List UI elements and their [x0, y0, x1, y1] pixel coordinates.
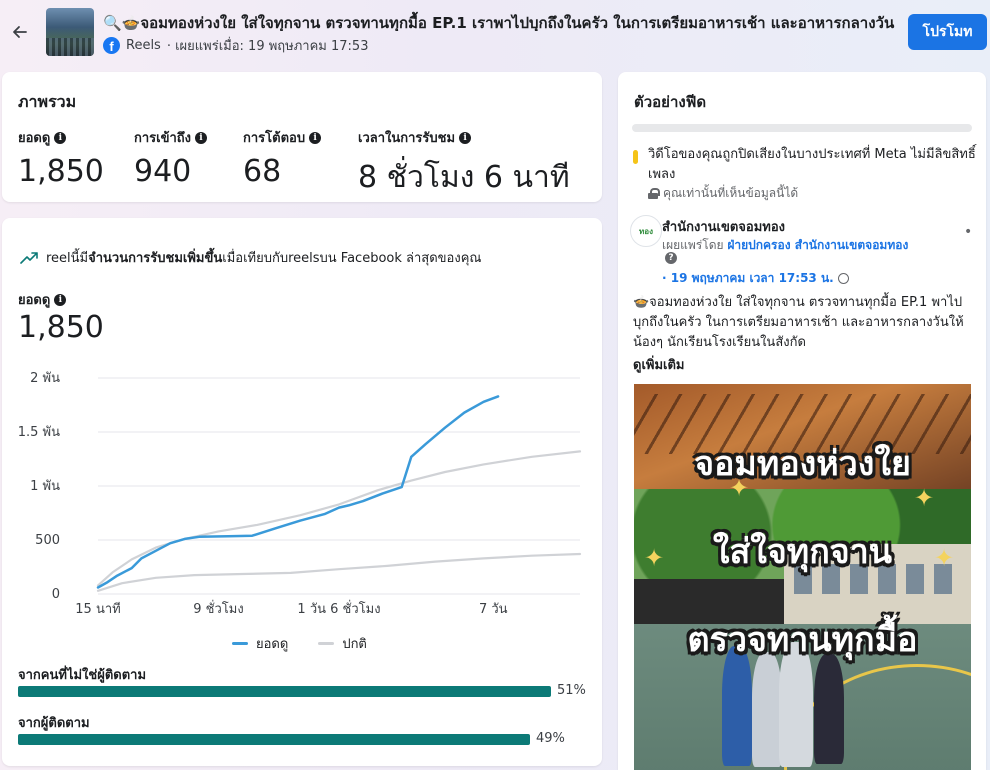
lock-icon	[648, 188, 660, 199]
metric-label: การโต้ตอบ	[243, 131, 306, 146]
reel-source: Reels	[126, 37, 161, 53]
feed-preview-title: ตัวอย่างฟีด	[634, 93, 707, 111]
legend-item-views[interactable]: ยอดดู	[232, 633, 288, 654]
x-tick-label: 7 วัน	[479, 602, 508, 616]
video-caption-1: จอมทองห่วงใย	[694, 444, 911, 484]
y-tick-label: 2 พัน	[30, 371, 60, 386]
promote-button[interactable]: โปรโมท	[908, 14, 987, 50]
trend-row: reelนี้มีจำนวนการรับชมเพิ่มขึ้นเมื่อเทีย…	[20, 247, 481, 268]
metric-label: เวลาในการรับชม	[358, 131, 456, 146]
audience-bar-followers	[18, 734, 530, 745]
post-date-row: · 19 พฤษภาคม เวลา 17:53 น.	[662, 269, 849, 288]
legend-swatch	[232, 642, 248, 645]
views-label-text: ยอดดู	[18, 293, 51, 308]
published-by: เผยแพร่โดย ฝ่ายปกครอง สำนักงานเขตจอมทอง	[662, 236, 908, 255]
audience-percent-followers: 49%	[536, 731, 565, 746]
privacy-note-text: คุณเท่านั้นที่เห็นข้อมูลนี้ได้	[663, 186, 799, 200]
info-icon[interactable]: i	[459, 131, 472, 144]
facebook-icon: f	[103, 36, 120, 54]
trend-suffix: เมื่อเทียบกับreelsบน Facebook ล่าสุดของค…	[222, 251, 482, 266]
back-arrow-icon[interactable]	[10, 22, 30, 42]
trend-prefix: reelนี้มี	[46, 251, 89, 266]
page-name[interactable]: สำนักงานเขตจอมทอง	[662, 216, 785, 237]
overview-card: ภาพรวม ยอดดู i 1,850 การเข้าถึง i 940 การโ…	[2, 72, 602, 202]
audience-bar-nonfollowers	[18, 686, 551, 697]
globe-icon	[837, 273, 849, 284]
performance-card: reelนี้มีจำนวนการรับชมเพิ่มขึ้นเมื่อเทีย…	[2, 218, 602, 766]
post-text: 🍲จอมทองห่วงใย ใส่ใจทุกจาน ตรวจทานทุกมื้อ…	[633, 295, 964, 350]
see-more-link[interactable]: ดูเพิ่มเติม	[633, 354, 684, 375]
metric-label: การเข้าถึง	[134, 131, 192, 146]
audience-label-nonfollowers: จากคนที่ไม่ใช่ผู้ติดตาม	[18, 668, 147, 683]
mute-notice: วิดีโอของคุณถูกปิดเสียงในบางประเทศที่ Me…	[648, 147, 976, 182]
y-tick-label: 1.5 พัน	[18, 425, 60, 440]
trend-bold: จำนวนการรับชมเพิ่มขึ้น	[88, 251, 223, 266]
metric-watch-time: เวลาในการรับชม i 8 ชั่วโมง 6 นาที	[358, 127, 570, 201]
legend-swatch	[318, 642, 335, 645]
info-icon[interactable]: i	[54, 293, 67, 306]
video-person	[752, 652, 782, 767]
series-line-2	[96, 552, 582, 592]
overview-title: ภาพรวม	[18, 92, 77, 111]
legend-item-normal[interactable]: ปกติ	[318, 633, 367, 654]
views-label: ยอดดู i	[18, 289, 67, 310]
video-caption-3: ตรวจทานทุกมื้อ	[687, 620, 918, 660]
metric-value: 1,850	[18, 154, 104, 189]
metric-value: 940	[134, 154, 192, 189]
series-line-1	[96, 450, 582, 587]
more-options-icon[interactable]: •	[964, 224, 972, 240]
audience-percent-nonfollowers: 51%	[557, 683, 586, 698]
x-tick-label: 9 ชั่วโมง	[193, 600, 243, 616]
video-preview[interactable]: ✦ ✦ ✦ ✦ จอมทองห่วงใย ใส่ใจทุกจาน ตรวจทาน…	[634, 384, 971, 770]
video-caption-2: ใส่ใจทุกจาน	[712, 532, 893, 572]
help-icon[interactable]: ?	[665, 252, 677, 264]
x-tick-label: 1 วัน 6 ชั่วโมง	[297, 600, 380, 616]
metric-value: 68	[243, 154, 282, 189]
reel-published-date: · เผยแพร่เมื่อ: 19 พฤษภาคม 17:53	[166, 38, 369, 54]
views-value: 1,850	[18, 310, 104, 345]
audience-label-followers: จากผู้ติดตาม	[18, 716, 90, 731]
post-date[interactable]: · 19 พฤษภาคม เวลา 17:53 น.	[662, 269, 834, 288]
metric-reach: การเข้าถึง i 940	[134, 127, 208, 189]
page-avatar[interactable]: ทอง	[630, 215, 662, 247]
series-line-0	[96, 395, 500, 589]
legend-label: ยอดดู	[256, 637, 289, 652]
info-icon[interactable]: i	[195, 131, 208, 144]
info-icon[interactable]: i	[309, 131, 322, 144]
feed-preview-card: ตัวอย่างฟีด วิดีโอของคุณถูกปิดเสียงในบาง…	[618, 72, 986, 770]
metric-engagement: การโต้ตอบ i 68	[243, 127, 322, 189]
reel-thumbnail[interactable]	[46, 8, 94, 56]
metric-value: 8 ชั่วโมง 6 นาที	[358, 160, 570, 195]
privacy-note: คุณเท่านั้นที่เห็นข้อมูลนี้ได้	[648, 184, 798, 203]
reel-title: 🔍🍲จอมทองห่วงใย ใส่ใจทุกจาน ตรวจทานทุกมื้…	[103, 14, 895, 31]
x-tick-label: 15 นาที	[75, 601, 120, 616]
video-person	[814, 654, 844, 764]
warning-indicator-icon	[633, 150, 638, 164]
top-bar: 🔍🍲จอมทองห่วงใย ใส่ใจทุกจาน ตรวจทานทุกมื้…	[0, 0, 990, 66]
views-line-chart: 0 500 1 พัน 1.5 พัน 2 พัน 15 นาที 9 ชั่วโมง 1 ว…	[18, 371, 582, 616]
metric-label: ยอดดู	[18, 131, 51, 146]
published-by-prefix: เผยแพร่โดย	[662, 238, 728, 252]
chart-legend: ยอดดู ปกติ	[232, 633, 367, 654]
legend-label: ปกติ	[342, 637, 367, 652]
y-tick-label: 1 พัน	[30, 479, 60, 494]
avatar-text: ทอง	[639, 226, 653, 236]
y-tick-label: 500	[35, 533, 60, 548]
y-tick-label: 0	[52, 587, 60, 602]
publisher-link[interactable]: ฝ่ายปกครอง สำนักงานเขตจอมทอง	[727, 238, 908, 252]
reel-meta: f Reels · เผยแพร่เมื่อ: 19 พฤษภาคม 17:53	[103, 36, 368, 54]
info-icon[interactable]: i	[54, 131, 67, 144]
feed-scrollbar[interactable]	[632, 124, 972, 132]
metric-views: ยอดดู i 1,850	[18, 127, 104, 189]
trend-up-icon	[20, 251, 38, 264]
